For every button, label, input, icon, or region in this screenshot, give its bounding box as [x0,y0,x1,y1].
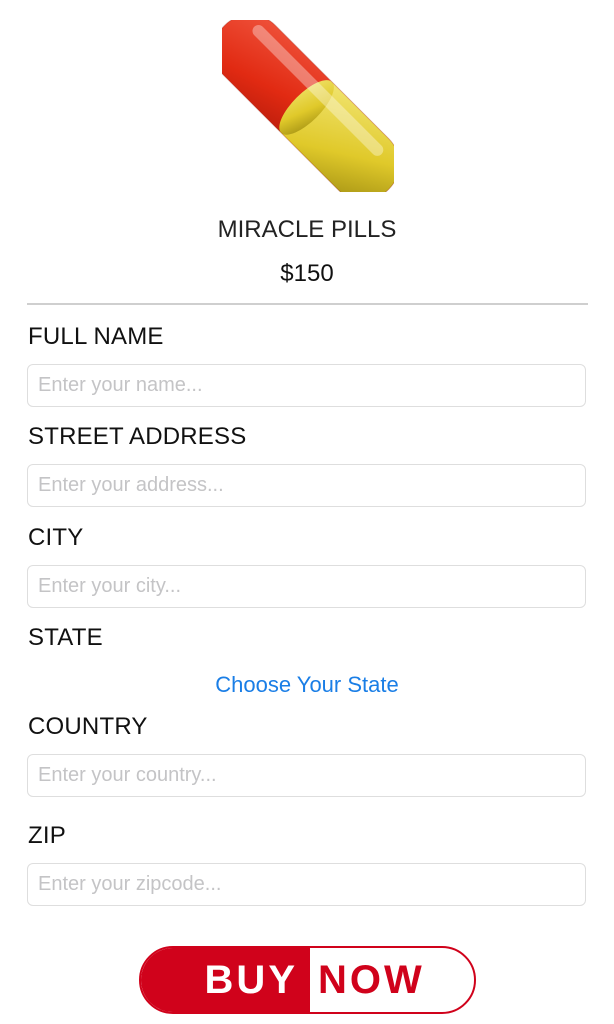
full-name-input[interactable] [27,364,586,407]
pill-capsule-icon [199,0,415,215]
city-label: CITY [28,524,84,551]
buy-label: BUY [141,948,310,1012]
street-address-input[interactable] [27,464,586,507]
product-price: $150 [280,260,334,287]
city-input[interactable] [27,565,586,608]
country-label: COUNTRY [28,713,148,740]
state-label: STATE [28,624,103,651]
full-name-label: FULL NAME [28,323,164,350]
zip-input[interactable] [27,863,586,906]
now-label: NOW [318,957,425,1002]
choose-state-button[interactable]: Choose Your State [0,670,614,700]
street-address-label: STREET ADDRESS [28,423,247,450]
divider [27,303,588,305]
product-name: MIRACLE PILLS [217,216,397,243]
zip-label: ZIP [28,822,66,849]
country-input[interactable] [27,754,586,797]
buy-now-button[interactable]: BUY NOW [139,946,476,1014]
